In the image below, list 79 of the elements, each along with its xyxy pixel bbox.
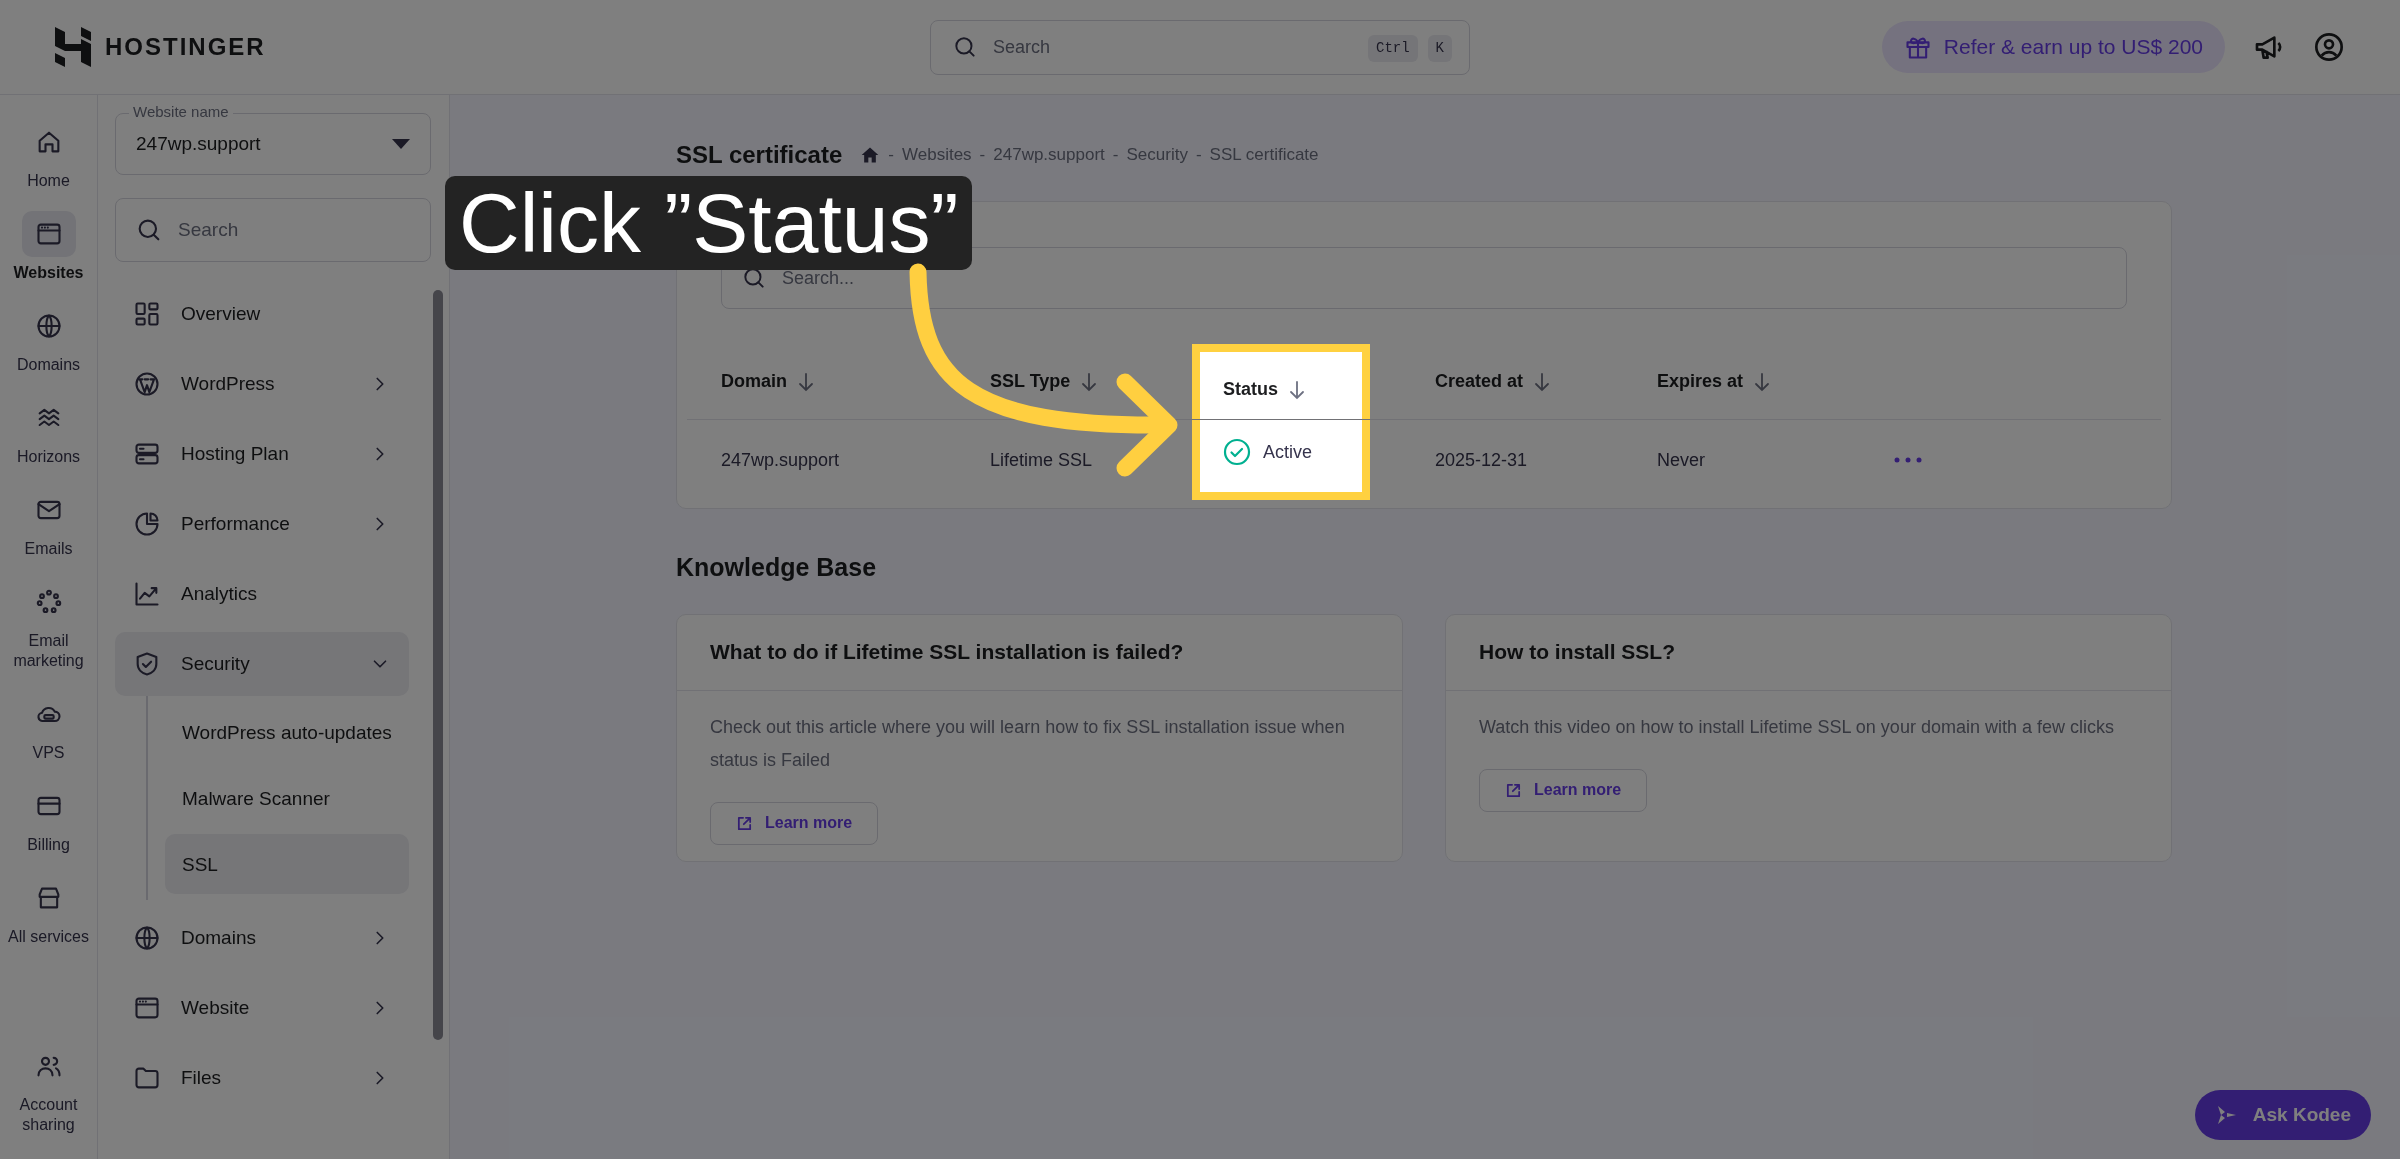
table-cell-text: Lifetime SSL — [990, 448, 1093, 472]
dropdown-caret-icon — [392, 139, 410, 149]
sidebar-subitem[interactable]: SSL — [165, 834, 409, 894]
sort-arrow-icon — [1080, 371, 1099, 392]
nav-rail-item[interactable]: Domains — [0, 297, 97, 381]
shortcut-key: Ctrl — [1368, 35, 1418, 62]
external-link-icon — [736, 814, 753, 832]
sort-arrow-icon — [797, 371, 815, 392]
ask-kodee-button[interactable]: Ask Kodee — [2194, 1090, 2371, 1140]
nav-rail-item[interactable]: Billing — [0, 777, 97, 861]
refer-label: Refer & earn up to US$ 200 — [1943, 34, 2203, 61]
column-header[interactable]: SSL Type — [967, 344, 1192, 419]
breadcrumb-link[interactable]: Security — [1126, 142, 1188, 168]
nav-rail-item[interactable]: Email marketing — [0, 573, 97, 677]
column-header[interactable]: Status — [1192, 344, 1370, 419]
sidebar-search-field[interactable]: Search — [115, 198, 431, 262]
dots-ring-icon — [34, 588, 63, 616]
learn-more-button[interactable]: Learn more — [1479, 768, 1648, 812]
nav-rail-item[interactable]: Emails — [0, 481, 97, 565]
sidebar-item[interactable]: Website — [115, 976, 409, 1040]
breadcrumb-link[interactable]: SSL certificate — [1209, 142, 1319, 168]
logo-icon — [55, 27, 91, 67]
pie-chart-icon — [133, 510, 161, 538]
nav-rail-item[interactable]: Horizons — [0, 389, 97, 473]
home-icon[interactable] — [860, 145, 881, 165]
column-header[interactable]: Created at — [1370, 344, 1634, 419]
sidebar-subitem[interactable]: WordPress auto-updates — [165, 702, 409, 762]
nav-rail-item[interactable]: Websites — [0, 205, 97, 289]
table-cell-text: Never — [1657, 448, 1705, 472]
sort-arrow-icon — [1753, 371, 1772, 392]
tutorial-callout: Click ”Status” — [445, 176, 973, 270]
sidebar-item[interactable]: Hosting Plan — [115, 422, 409, 486]
more-options-icon[interactable] — [1893, 455, 1923, 465]
sidebar-subitem[interactable]: Malware Scanner — [165, 768, 409, 828]
table-cell-text: 247wp.support — [721, 448, 840, 472]
sort-arrow-icon — [1288, 379, 1306, 400]
account-icon[interactable] — [2313, 31, 2345, 63]
article-title: What to do if Lifetime SSL installation is failed? — [710, 639, 1184, 666]
section-title: Knowledge Base — [676, 552, 878, 583]
sort-arrow-icon — [1533, 371, 1552, 392]
wordpress-icon — [133, 370, 161, 398]
breadcrumb-separator: - — [1112, 144, 1119, 167]
check-circle-icon — [1223, 438, 1251, 466]
nav-rail-item[interactable]: Account sharing — [0, 1037, 97, 1141]
shortcut-key: K — [1427, 35, 1452, 62]
learn-more-button[interactable]: Learn more — [710, 801, 879, 845]
breadcrumb-separator: - — [888, 144, 894, 167]
page-title: SSL certificate — [676, 140, 843, 170]
sidebar-item[interactable]: Files — [115, 1046, 409, 1110]
website-select-value: 247wp.support — [136, 131, 262, 156]
article-description: Watch this video on how to install Lifetime SSL on your domain with a few clicks — [1479, 715, 2115, 739]
sidebar-item[interactable]: Domains — [115, 906, 409, 970]
column-header[interactable]: Expires at — [1634, 344, 1870, 419]
breadcrumb-link[interactable]: 247wp.support — [993, 142, 1105, 168]
sidebar-item[interactable]: Security — [115, 632, 409, 696]
globe-icon — [133, 924, 161, 952]
logo-text: HOSTINGER — [105, 32, 266, 62]
sidebar-item[interactable]: Overview — [115, 282, 409, 346]
external-link-icon — [1505, 781, 1522, 799]
breadcrumb-separator: - — [979, 144, 986, 167]
line-chart-icon — [133, 580, 161, 608]
table-cell-text: 2025-12-31 — [1435, 448, 1528, 472]
search-icon — [952, 34, 978, 60]
sidebar-item[interactable]: WordPress — [115, 352, 409, 416]
article-title: How to install SSL? — [1479, 639, 1675, 666]
nav-rail-item[interactable]: All services — [0, 869, 97, 953]
scrollbar[interactable] — [433, 290, 443, 1040]
column-header[interactable]: Domain — [687, 344, 967, 419]
nav-rail-item[interactable]: Home — [0, 113, 97, 197]
grid-icon — [133, 300, 161, 328]
globe-icon — [34, 312, 63, 340]
nav-rail-item[interactable]: VPS — [0, 685, 97, 769]
breadcrumb-separator: - — [1195, 144, 1202, 167]
sidebar-item[interactable]: Performance — [115, 492, 409, 556]
breadcrumb-link[interactable]: Websites — [902, 142, 972, 168]
status-text: Active — [1263, 440, 1313, 464]
refer-button[interactable]: Refer & earn up to US$ 200 — [1881, 21, 2225, 73]
article-description: Check out this article where you will learn how to fix SSL installation issue when status is Failed — [710, 715, 1346, 772]
sidebar-item[interactable]: Analytics — [115, 562, 409, 626]
